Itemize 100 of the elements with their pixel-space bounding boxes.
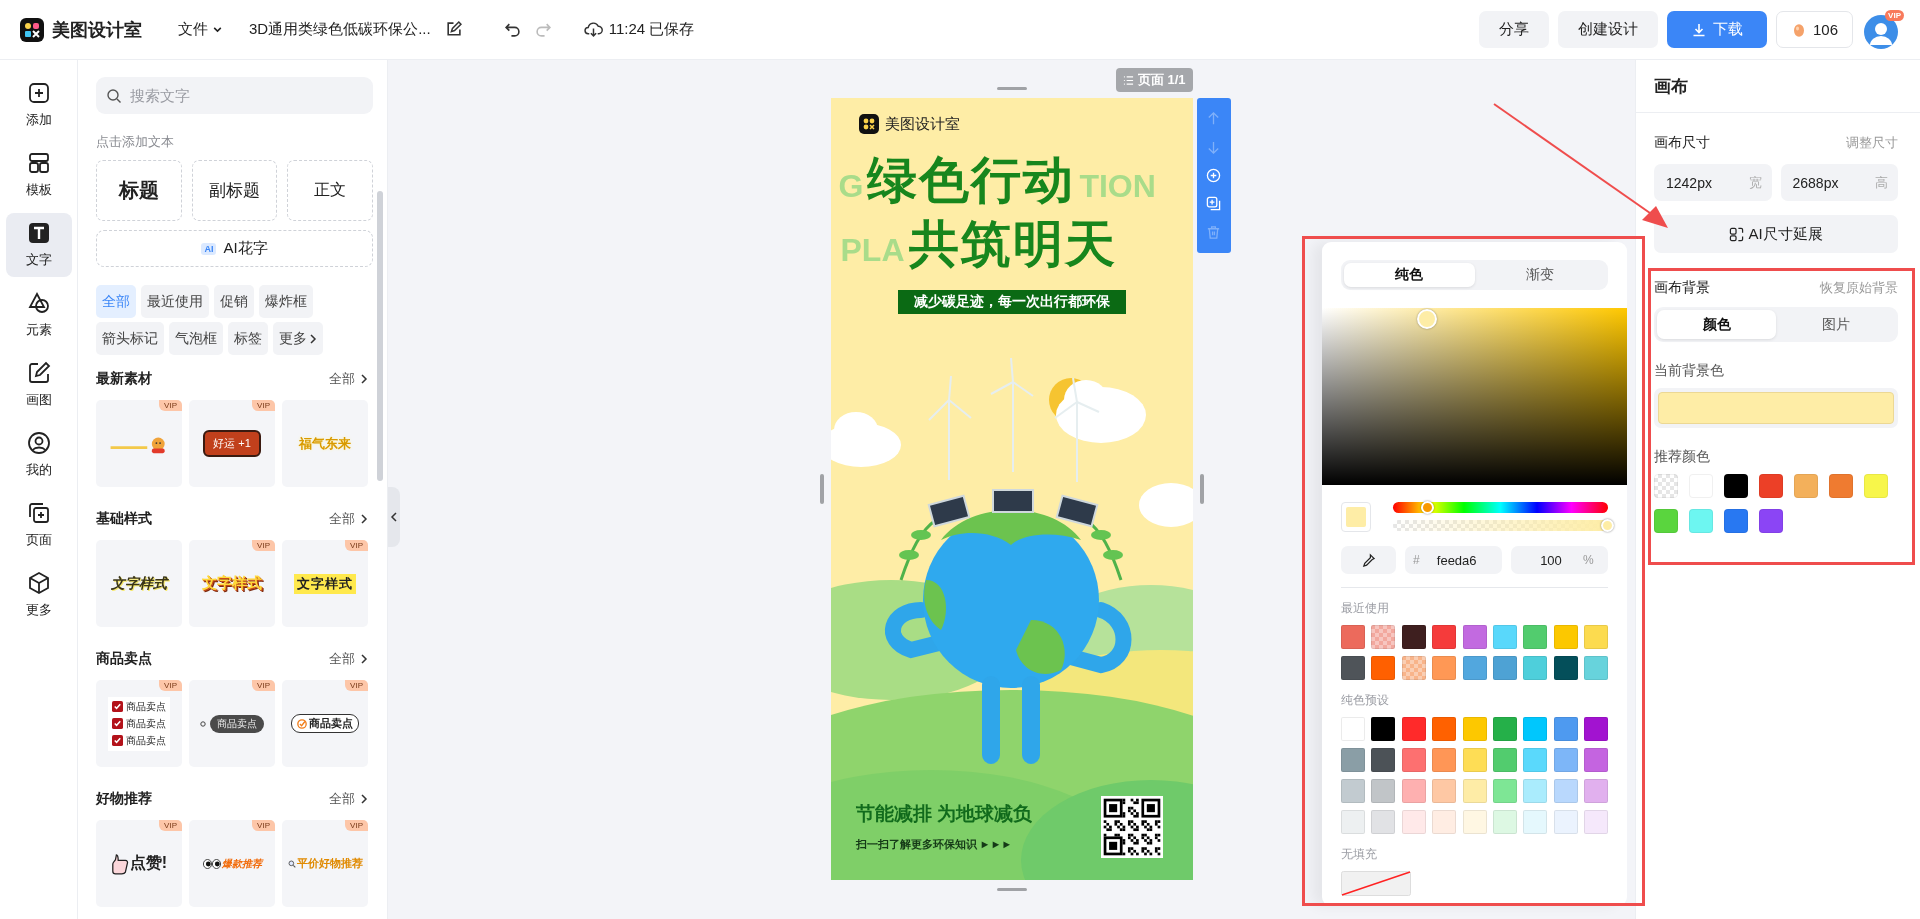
- color-swatch[interactable]: [1371, 656, 1396, 680]
- sidebar-item[interactable]: 模板: [5, 143, 72, 207]
- color-swatch[interactable]: [1523, 779, 1548, 803]
- show-all-link[interactable]: 全部: [329, 370, 368, 388]
- color-swatch[interactable]: [1553, 748, 1578, 772]
- color-swatch[interactable]: [1584, 748, 1608, 772]
- saturation-area[interactable]: [1322, 308, 1627, 485]
- poster-canvas[interactable]: 美图设计室 G绿色行动 TION PLA共筑明天 减少碳足迹，每一次出行都环保 节能减排 为地球减负 扫一扫了解更多环保知识 ►►►: [830, 98, 1193, 880]
- color-swatch[interactable]: [1584, 810, 1608, 834]
- color-swatch[interactable]: [1401, 810, 1426, 834]
- hex-value[interactable]: feeda6: [1419, 551, 1494, 569]
- eyedropper-button[interactable]: [1341, 546, 1396, 574]
- show-all-link[interactable]: 全部: [329, 790, 368, 808]
- color-swatch[interactable]: [1829, 474, 1853, 498]
- sidebar-item[interactable]: 元素: [5, 283, 72, 347]
- scrollbar[interactable]: [377, 191, 383, 481]
- sidebar-item[interactable]: 我的: [5, 423, 72, 487]
- color-swatch[interactable]: [1553, 717, 1578, 741]
- color-swatch[interactable]: [1401, 748, 1426, 772]
- filter-chip[interactable]: 箭头标记: [96, 322, 164, 355]
- background-tab[interactable]: 颜色: [1657, 310, 1776, 339]
- color-swatch[interactable]: [1401, 625, 1426, 649]
- color-swatch[interactable]: [1654, 509, 1678, 533]
- show-all-link[interactable]: 全部: [329, 650, 368, 668]
- width-value[interactable]: 1242px: [1664, 173, 1748, 192]
- color-swatch[interactable]: [1584, 779, 1608, 803]
- text-preset-button[interactable]: 副标题: [191, 160, 278, 221]
- opacity-value[interactable]: 100: [1519, 551, 1583, 569]
- no-fill-swatch[interactable]: [1341, 871, 1411, 896]
- filter-chip[interactable]: 气泡框: [169, 322, 223, 355]
- color-swatch[interactable]: [1432, 810, 1457, 834]
- sidebar-item[interactable]: 添加: [5, 73, 72, 137]
- eyes-sticker-tile[interactable]: VIP 爆款推荐: [189, 820, 275, 907]
- height-field[interactable]: 2688px 高: [1780, 164, 1898, 201]
- color-swatch[interactable]: [1492, 748, 1517, 772]
- document-title[interactable]: 3D通用类绿色低碳环保公...: [249, 20, 431, 39]
- search-field[interactable]: 搜索文字: [96, 77, 373, 114]
- picker-tab[interactable]: 渐变: [1474, 263, 1605, 287]
- toolbar-button[interactable]: 创建设计: [1557, 11, 1658, 48]
- color-swatch[interactable]: [1759, 509, 1783, 533]
- picker-tab[interactable]: 纯色: [1344, 263, 1475, 287]
- color-swatch[interactable]: [1371, 748, 1396, 772]
- sidebar-item[interactable]: 画图: [5, 353, 72, 417]
- color-swatch[interactable]: [1401, 717, 1426, 741]
- sidebar-item[interactable]: 文字: [5, 213, 72, 277]
- color-swatch[interactable]: [1371, 717, 1396, 741]
- color-swatch[interactable]: [1553, 810, 1578, 834]
- color-swatch[interactable]: [1553, 656, 1578, 680]
- file-menu[interactable]: 文件: [178, 20, 223, 39]
- background-tab[interactable]: 图片: [1776, 310, 1895, 339]
- filter-chip[interactable]: 更多: [273, 322, 323, 355]
- color-swatch[interactable]: [1654, 474, 1678, 498]
- search-input[interactable]: 搜索文字: [128, 86, 332, 105]
- resize-handle[interactable]: [996, 87, 1027, 90]
- text-style-tile[interactable]: VIP 文字样式: [282, 540, 368, 627]
- download-button[interactable]: 下载: [1666, 11, 1767, 48]
- edit-icon[interactable]: [444, 21, 462, 38]
- color-swatch[interactable]: [1462, 748, 1487, 772]
- color-swatch[interactable]: [1864, 474, 1888, 498]
- tick-label-tile[interactable]: VIP 商品卖点: [282, 680, 368, 767]
- color-swatch[interactable]: [1401, 656, 1426, 680]
- filter-chip[interactable]: 标签: [228, 322, 268, 355]
- resize-handle[interactable]: [996, 888, 1027, 891]
- color-swatch[interactable]: [1401, 779, 1426, 803]
- color-swatch[interactable]: [1432, 779, 1457, 803]
- color-swatch[interactable]: [1724, 474, 1748, 498]
- search-sticker-tile[interactable]: VIP 平价好物推荐: [282, 820, 368, 907]
- color-swatch[interactable]: [1371, 779, 1396, 803]
- color-swatch[interactable]: [1341, 779, 1365, 803]
- color-swatch[interactable]: [1553, 625, 1578, 649]
- bubble-text-tile[interactable]: VIP 好运 +1: [189, 400, 275, 487]
- text-style-tile[interactable]: VIP 文字样式: [189, 540, 275, 627]
- show-all-link[interactable]: 全部: [329, 510, 368, 528]
- redo-icon[interactable]: [534, 21, 552, 38]
- sticker-tile[interactable]: VIP: [96, 400, 182, 487]
- color-swatch[interactable]: [1492, 625, 1517, 649]
- color-swatch[interactable]: [1462, 656, 1487, 680]
- resize-handle[interactable]: [1199, 474, 1204, 504]
- color-swatch[interactable]: [1492, 656, 1517, 680]
- color-swatch[interactable]: [1724, 509, 1748, 533]
- text-preset-button[interactable]: 正文: [287, 160, 373, 221]
- checklist-tile[interactable]: VIP 商品卖点 商品卖点 商品卖点: [96, 680, 182, 767]
- color-swatch[interactable]: [1492, 810, 1517, 834]
- color-swatch[interactable]: [1432, 717, 1457, 741]
- plus-circle-icon[interactable]: [1206, 168, 1221, 183]
- color-swatch[interactable]: [1432, 656, 1457, 680]
- text-preset-button[interactable]: 标题: [96, 160, 182, 221]
- color-swatch[interactable]: [1371, 810, 1396, 834]
- color-swatch[interactable]: [1432, 625, 1457, 649]
- collapse-panel-button[interactable]: [388, 487, 400, 547]
- color-swatch[interactable]: [1341, 656, 1365, 680]
- sidebar-item[interactable]: 页面: [5, 493, 72, 557]
- color-swatch[interactable]: [1584, 717, 1608, 741]
- color-swatch[interactable]: [1523, 656, 1548, 680]
- pill-label-tile[interactable]: VIP 商品卖点: [189, 680, 275, 767]
- filter-chip[interactable]: 促销: [214, 285, 254, 318]
- ai-text-button[interactable]: AI AI花字: [96, 230, 373, 267]
- duplicate-icon[interactable]: [1206, 196, 1221, 212]
- width-field[interactable]: 1242px 宽: [1654, 164, 1772, 201]
- color-swatch[interactable]: [1794, 474, 1818, 498]
